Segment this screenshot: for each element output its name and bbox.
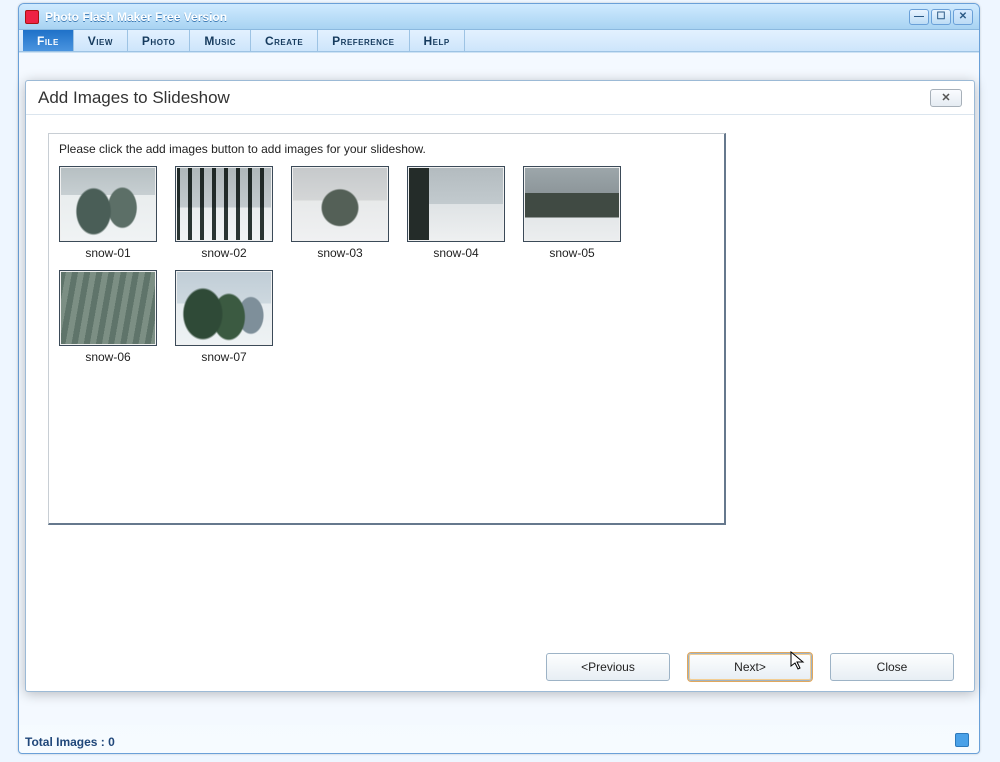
thumbnail-label: snow-06 xyxy=(59,350,157,364)
thumbnail-image[interactable] xyxy=(291,166,389,242)
thumbnail[interactable]: snow-06 xyxy=(59,270,157,364)
close-button[interactable]: Close xyxy=(830,653,954,681)
thumbnail[interactable]: snow-02 xyxy=(175,166,273,260)
dialog-title: Add Images to Slideshow xyxy=(38,88,230,108)
thumbnail-label: snow-04 xyxy=(407,246,505,260)
menu-file[interactable]: File xyxy=(23,30,74,51)
menu-help[interactable]: Help xyxy=(410,30,465,51)
thumbnail-image[interactable] xyxy=(59,166,157,242)
window-controls: — ☐ ✕ xyxy=(909,9,973,25)
dialog-body: Please click the add images button to ad… xyxy=(26,115,974,643)
thumbnail-label: snow-03 xyxy=(291,246,389,260)
thumbnail-label: snow-02 xyxy=(175,246,273,260)
menu-music[interactable]: Music xyxy=(190,30,251,51)
thumbnail[interactable]: snow-05 xyxy=(523,166,621,260)
previous-button[interactable]: <Previous xyxy=(546,653,670,681)
thumbnail[interactable]: snow-04 xyxy=(407,166,505,260)
thumbnail[interactable]: snow-01 xyxy=(59,166,157,260)
app-title: Photo Flash Maker Free Version xyxy=(45,10,227,24)
maximize-button[interactable]: ☐ xyxy=(931,9,951,25)
content-frame: Please click the add images button to ad… xyxy=(48,133,726,525)
thumbnail-grid: snow-01 snow-02 snow-03 snow-04 snow-05 snow-… xyxy=(59,162,714,364)
status-total-images: Total Images : 0 xyxy=(25,735,115,749)
dialog-close-button[interactable]: ✕ xyxy=(930,89,962,107)
thumbnail[interactable]: snow-07 xyxy=(175,270,273,364)
thumbnail-image[interactable] xyxy=(407,166,505,242)
menu-create[interactable]: Create xyxy=(251,30,318,51)
window-close-button[interactable]: ✕ xyxy=(953,9,973,25)
thumbnail-image[interactable] xyxy=(175,270,273,346)
menu-preference[interactable]: Preference xyxy=(318,30,409,51)
menu-view[interactable]: View xyxy=(74,30,128,51)
thumbnail[interactable]: snow-03 xyxy=(291,166,389,260)
thumbnail-image[interactable] xyxy=(175,166,273,242)
menu-photo[interactable]: Photo xyxy=(128,30,190,51)
status-tray-icon xyxy=(955,733,969,747)
app-icon xyxy=(25,10,39,24)
thumbnail-label: snow-01 xyxy=(59,246,157,260)
thumbnail-image[interactable] xyxy=(523,166,621,242)
thumbnail-label: snow-05 xyxy=(523,246,621,260)
minimize-button[interactable]: — xyxy=(909,9,929,25)
titlebar: Photo Flash Maker Free Version — ☐ ✕ xyxy=(19,4,979,30)
thumbnail-image[interactable] xyxy=(59,270,157,346)
dialog-footer: <Previous Next> Close xyxy=(26,643,974,691)
dialog-titlebar: Add Images to Slideshow ✕ xyxy=(26,81,974,115)
menubar: File View Photo Music Create Preference … xyxy=(19,30,979,52)
add-images-dialog: Add Images to Slideshow ✕ Please click t… xyxy=(25,80,975,692)
thumbnail-label: snow-07 xyxy=(175,350,273,364)
instruction-text: Please click the add images button to ad… xyxy=(59,142,714,156)
next-button[interactable]: Next> xyxy=(688,653,812,681)
